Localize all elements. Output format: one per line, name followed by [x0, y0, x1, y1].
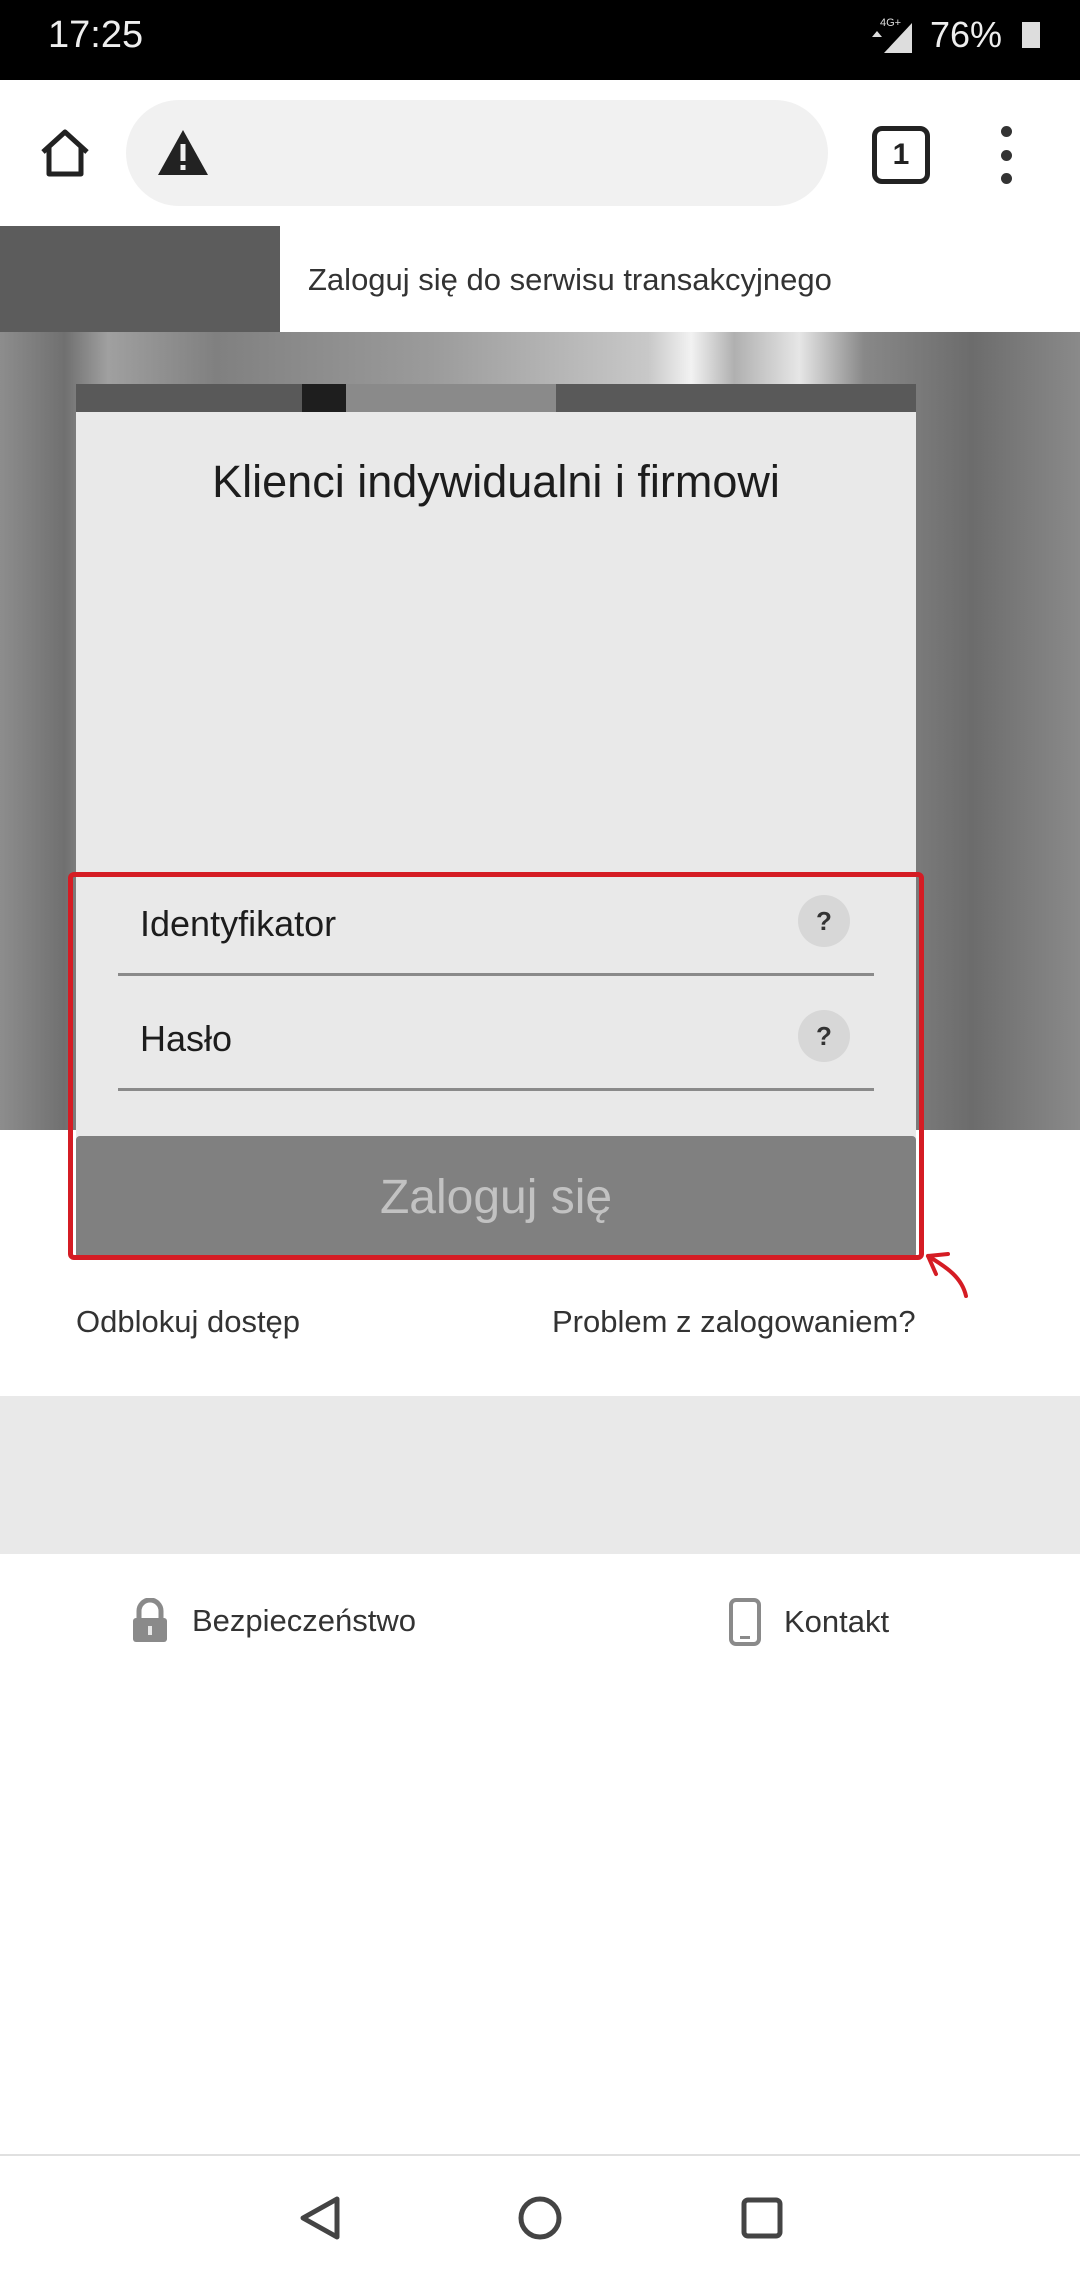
- card-tab-strip: [76, 384, 916, 412]
- login-problem-link[interactable]: Problem z zalogowaniem?: [552, 1304, 916, 1340]
- warning-icon[interactable]: [156, 126, 210, 180]
- network-type: 4G+: [880, 17, 901, 29]
- tabs-button[interactable]: 1: [872, 126, 930, 184]
- battery-icon: [1022, 22, 1040, 48]
- back-triangle-icon: [300, 2196, 340, 2240]
- site-header-title: Zaloguj się do serwisu transakcyjnego: [308, 262, 832, 297]
- footer-security-link[interactable]: Bezpieczeństwo: [130, 1598, 416, 1644]
- nav-back-button[interactable]: [288, 2186, 352, 2250]
- card-tab-indicator: [302, 384, 346, 412]
- highlight-annotation-box: [68, 872, 924, 1260]
- gray-divider-band: [0, 1396, 1080, 1554]
- more-vert-icon[interactable]: [986, 120, 1026, 190]
- card-tab[interactable]: [346, 384, 556, 412]
- nav-recents-button[interactable]: [730, 2186, 794, 2250]
- status-bar: 17:25 4G+ 76%: [0, 0, 1080, 80]
- home-circle-icon: [518, 2196, 562, 2240]
- curved-arrow-annotation-icon: [926, 1252, 968, 1298]
- browser-toolbar: 1: [0, 80, 1080, 226]
- lock-icon: [133, 1598, 167, 1642]
- system-nav-bar: [0, 2156, 1080, 2280]
- recents-square-icon: [741, 2197, 783, 2239]
- site-logo[interactable]: [0, 226, 280, 332]
- browser-home-button[interactable]: [30, 118, 100, 188]
- status-time: 17:25: [48, 14, 144, 56]
- site-header: Zaloguj się do serwisu transakcyjnego: [0, 226, 1080, 332]
- signal-icon: 4G+: [871, 17, 912, 53]
- nav-home-button[interactable]: [508, 2186, 572, 2250]
- footer-contact-link[interactable]: Kontakt: [728, 1598, 889, 1646]
- battery-percent: 76%: [929, 14, 1002, 55]
- login-card-title: Klienci indywidualni i firmowi: [212, 456, 780, 507]
- footer-security-label: Bezpieczeństwo: [192, 1603, 417, 1638]
- home-icon: [41, 129, 89, 177]
- unblock-access-link[interactable]: Odblokuj dostęp: [76, 1304, 300, 1340]
- footer-contact-label: Kontakt: [784, 1604, 890, 1639]
- address-bar[interactable]: [126, 100, 828, 206]
- status-indicators: 4G+ 76%: [868, 14, 1040, 56]
- phone-icon: [729, 1598, 761, 1646]
- tabs-count: 1: [892, 138, 910, 171]
